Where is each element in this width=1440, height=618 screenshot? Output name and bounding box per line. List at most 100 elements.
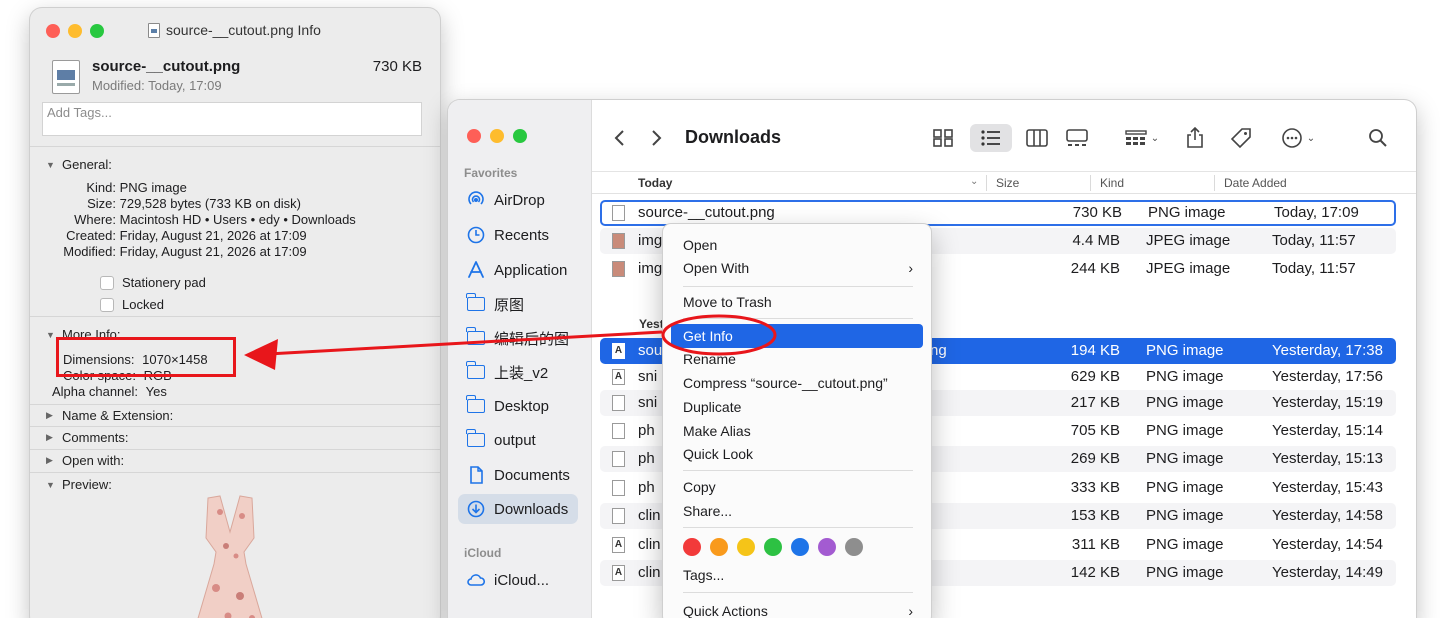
menu-item-compress[interactable]: Compress “source-__cutout.png” xyxy=(671,372,923,394)
name-extension-header[interactable]: ▶ Name & Extension: xyxy=(46,408,173,423)
zoom-button[interactable] xyxy=(513,129,527,143)
alpha-value: Yes xyxy=(145,384,167,399)
folder-icon xyxy=(466,429,486,450)
tag-green-dot[interactable] xyxy=(764,538,782,556)
general-header[interactable]: ▼ General: xyxy=(46,157,112,172)
open-with-header[interactable]: ▶ Open with: xyxy=(46,453,124,468)
action-menu-button[interactable]: ⌄ xyxy=(1276,124,1320,152)
column-name-header[interactable]: Today xyxy=(638,176,672,190)
sidebar-item-documents[interactable]: Documents xyxy=(458,460,578,490)
search-button[interactable] xyxy=(1364,124,1392,152)
menu-item-get-info[interactable]: Get Info xyxy=(671,324,923,348)
disclosure-right-icon: ▶ xyxy=(46,410,53,420)
file-size: 217 KB xyxy=(1070,394,1120,411)
stationery-checkbox[interactable] xyxy=(100,275,114,290)
preview-header[interactable]: ▼ Preview: xyxy=(46,477,112,492)
icon-view-button[interactable] xyxy=(928,124,958,152)
minimize-button[interactable] xyxy=(490,129,504,143)
tags-input[interactable] xyxy=(42,102,422,136)
close-button[interactable] xyxy=(467,129,481,143)
menu-item-move-to-trash[interactable]: Move to Trash xyxy=(671,291,923,313)
minimize-button[interactable] xyxy=(68,24,82,38)
chevron-right-icon xyxy=(652,130,662,146)
file-name: clin xyxy=(638,564,661,581)
zoom-button[interactable] xyxy=(90,24,104,38)
close-button[interactable] xyxy=(46,24,60,38)
disclosure-right-icon: ▶ xyxy=(46,432,53,442)
menu-item-open[interactable]: Open xyxy=(671,234,923,256)
modified-row: Modified: Friday, August 21, 2026 at 17:… xyxy=(30,244,306,259)
sidebar-item-recents[interactable]: Recents xyxy=(458,220,578,250)
sidebar-item-icloud[interactable]: iCloud... xyxy=(458,565,578,595)
file-kind: PNG image xyxy=(1146,450,1224,467)
sidebar-item-airdrop[interactable]: AirDrop xyxy=(458,185,578,215)
column-divider[interactable] xyxy=(1214,175,1215,191)
menu-item-quick-actions[interactable]: Quick Actions › xyxy=(671,600,923,618)
file-kind: PNG image xyxy=(1146,422,1224,439)
clock-icon xyxy=(466,225,486,245)
comments-header[interactable]: ▶ Comments: xyxy=(46,430,128,445)
sidebar-item-application[interactable]: Application xyxy=(458,255,578,285)
tag-blue-dot[interactable] xyxy=(791,538,809,556)
menu-item-open-with[interactable]: Open With › xyxy=(671,257,923,279)
locked-checkbox-row[interactable]: Locked xyxy=(100,297,164,312)
file-size: 629 KB xyxy=(1070,368,1120,385)
sidebar-item-label: output xyxy=(494,431,536,449)
file-kind: JPEG image xyxy=(1146,260,1231,277)
open-with-section: ▶ Open with: xyxy=(30,449,440,472)
forward-button[interactable] xyxy=(644,124,668,152)
group-by-button[interactable]: ⌄ xyxy=(1120,124,1164,152)
column-date-header[interactable]: Date Added xyxy=(1224,176,1287,190)
finder-title: Downloads xyxy=(685,127,782,147)
stationery-checkbox-row[interactable]: Stationery pad xyxy=(100,275,206,290)
columns-icon xyxy=(1026,129,1048,147)
info-file-header: source-__cutout.png Modified: Today, 17:… xyxy=(52,58,422,98)
menu-item-rename[interactable]: Rename xyxy=(671,348,923,370)
gallery-view-button[interactable] xyxy=(1062,124,1092,152)
tag-button[interactable] xyxy=(1226,124,1256,152)
tag-gray-dot[interactable] xyxy=(845,538,863,556)
share-button[interactable] xyxy=(1182,124,1208,152)
menu-item-quick-look[interactable]: Quick Look xyxy=(671,443,923,465)
sidebar-item-desktop[interactable]: Desktop xyxy=(458,391,578,421)
file-kind: JPEG image xyxy=(1146,232,1231,249)
file-kind: PNG image xyxy=(1146,342,1224,359)
back-button[interactable] xyxy=(608,124,632,152)
list-view-button[interactable] xyxy=(970,124,1012,152)
menu-item-make-alias[interactable]: Make Alias xyxy=(671,420,923,442)
column-divider[interactable] xyxy=(1090,175,1091,191)
tag-yellow-dot[interactable] xyxy=(737,538,755,556)
folder-icon xyxy=(466,361,486,382)
info-window: source-__cutout.png Info source-__cutout… xyxy=(30,8,440,618)
sidebar-item-shangzhuang[interactable]: 上装_v2 xyxy=(458,357,578,387)
sidebar-item-downloads[interactable]: Downloads xyxy=(458,494,578,524)
sidebar-item-edited[interactable]: 编辑后的图 xyxy=(458,323,578,353)
sidebar-item-output[interactable]: output xyxy=(458,425,578,455)
file-name: sni xyxy=(638,368,658,385)
group-grid-icon xyxy=(1125,130,1147,145)
chevron-right-icon: › xyxy=(908,603,913,618)
column-divider[interactable] xyxy=(986,175,987,191)
tag-red-dot[interactable] xyxy=(683,538,701,556)
locked-checkbox[interactable] xyxy=(100,297,114,312)
file-row-source-cutout[interactable]: source-__cutout.png 730 KB PNG image Tod… xyxy=(600,200,1396,226)
column-kind-header[interactable]: Kind xyxy=(1100,176,1124,190)
file-kind: PNG image xyxy=(1146,507,1224,524)
tag-purple-dot[interactable] xyxy=(818,538,836,556)
file-size: 194 KB xyxy=(1070,342,1120,359)
menu-item-tags[interactable]: Tags... xyxy=(671,564,923,586)
column-size-header[interactable]: Size xyxy=(996,176,1019,190)
png-file-icon xyxy=(148,22,160,38)
menu-item-copy[interactable]: Copy xyxy=(671,476,923,498)
created-value: Friday, August 21, 2026 at 17:09 xyxy=(119,228,307,243)
tag-orange-dot[interactable] xyxy=(710,538,728,556)
alpha-row: Alpha channel: Yes xyxy=(52,384,167,399)
sort-chevron-icon: ⌄ xyxy=(970,176,979,187)
menu-item-duplicate[interactable]: Duplicate xyxy=(671,396,923,418)
airdrop-icon xyxy=(466,190,486,210)
locked-label: Locked xyxy=(122,297,164,312)
menu-item-share[interactable]: Share... xyxy=(671,500,923,522)
download-icon xyxy=(466,499,486,519)
sidebar-item-yuantu[interactable]: 原图 xyxy=(458,289,578,319)
column-view-button[interactable] xyxy=(1022,124,1052,152)
